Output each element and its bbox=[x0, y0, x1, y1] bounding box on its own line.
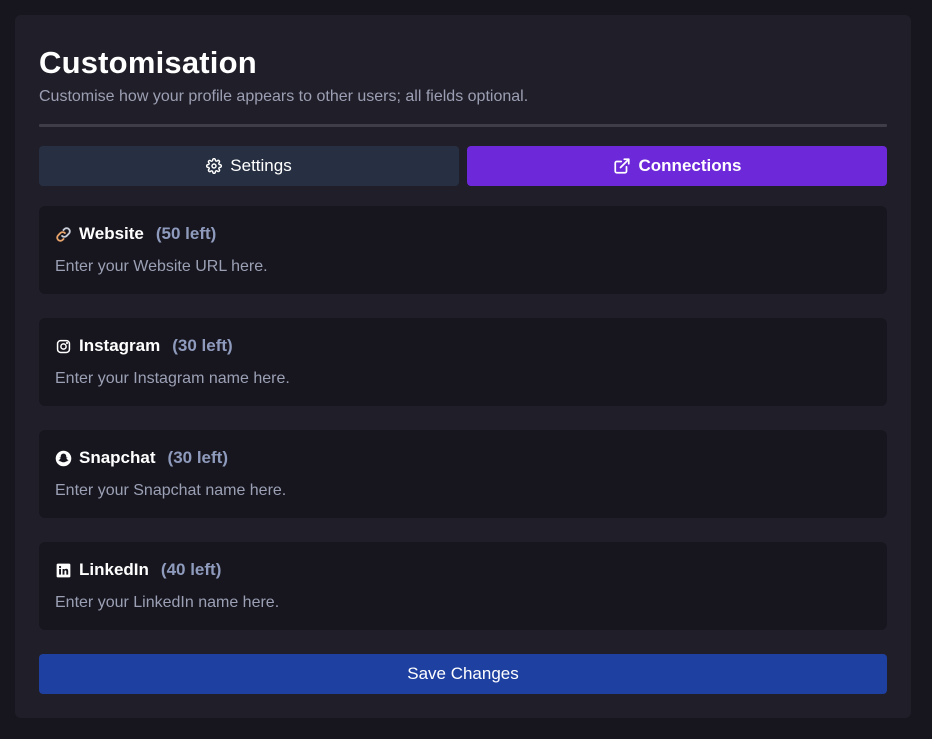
customisation-card: Customisation Customise how your profile… bbox=[15, 15, 911, 718]
instagram-icon bbox=[55, 338, 72, 355]
snapchat-name: Snapchat bbox=[79, 448, 156, 467]
linkedin-icon bbox=[55, 562, 72, 579]
website-name: Website bbox=[79, 224, 144, 243]
snapchat-field: Snapchat (30 left) bbox=[39, 430, 887, 518]
snapchat-input[interactable] bbox=[55, 480, 865, 502]
divider bbox=[39, 124, 887, 127]
tab-connections-label: Connections bbox=[638, 156, 742, 175]
external-link-icon bbox=[613, 157, 631, 175]
instagram-input[interactable] bbox=[55, 368, 865, 390]
instagram-field: Instagram (30 left) bbox=[39, 318, 887, 406]
snapchat-label: Snapchat (30 left) bbox=[55, 448, 228, 468]
tab-connections[interactable]: Connections bbox=[467, 146, 887, 186]
website-field: Website (50 left) bbox=[39, 206, 887, 294]
save-changes-button[interactable]: Save Changes bbox=[39, 654, 887, 694]
page-subtitle: Customise how your profile appears to ot… bbox=[39, 88, 529, 105]
website-input[interactable] bbox=[55, 256, 865, 278]
linkedin-remaining: (40 left) bbox=[160, 560, 222, 579]
tab-settings-label: Settings bbox=[230, 156, 292, 175]
linkedin-input[interactable] bbox=[55, 592, 865, 614]
instagram-name: Instagram bbox=[79, 336, 161, 355]
instagram-remaining: (30 left) bbox=[172, 336, 233, 355]
gear-icon bbox=[206, 158, 223, 174]
website-label: Website (50 left) bbox=[55, 224, 216, 244]
snapchat-icon bbox=[55, 450, 72, 467]
snapchat-remaining: (30 left) bbox=[167, 448, 228, 467]
page-title: Customisation bbox=[39, 45, 257, 80]
tab-settings[interactable]: Settings bbox=[39, 146, 459, 186]
linkedin-field: LinkedIn (40 left) bbox=[39, 542, 887, 630]
link-icon bbox=[55, 226, 72, 243]
instagram-label: Instagram (30 left) bbox=[55, 336, 233, 356]
linkedin-label: LinkedIn (40 left) bbox=[55, 560, 221, 580]
linkedin-name: LinkedIn bbox=[79, 560, 149, 579]
website-remaining: (50 left) bbox=[155, 224, 217, 243]
